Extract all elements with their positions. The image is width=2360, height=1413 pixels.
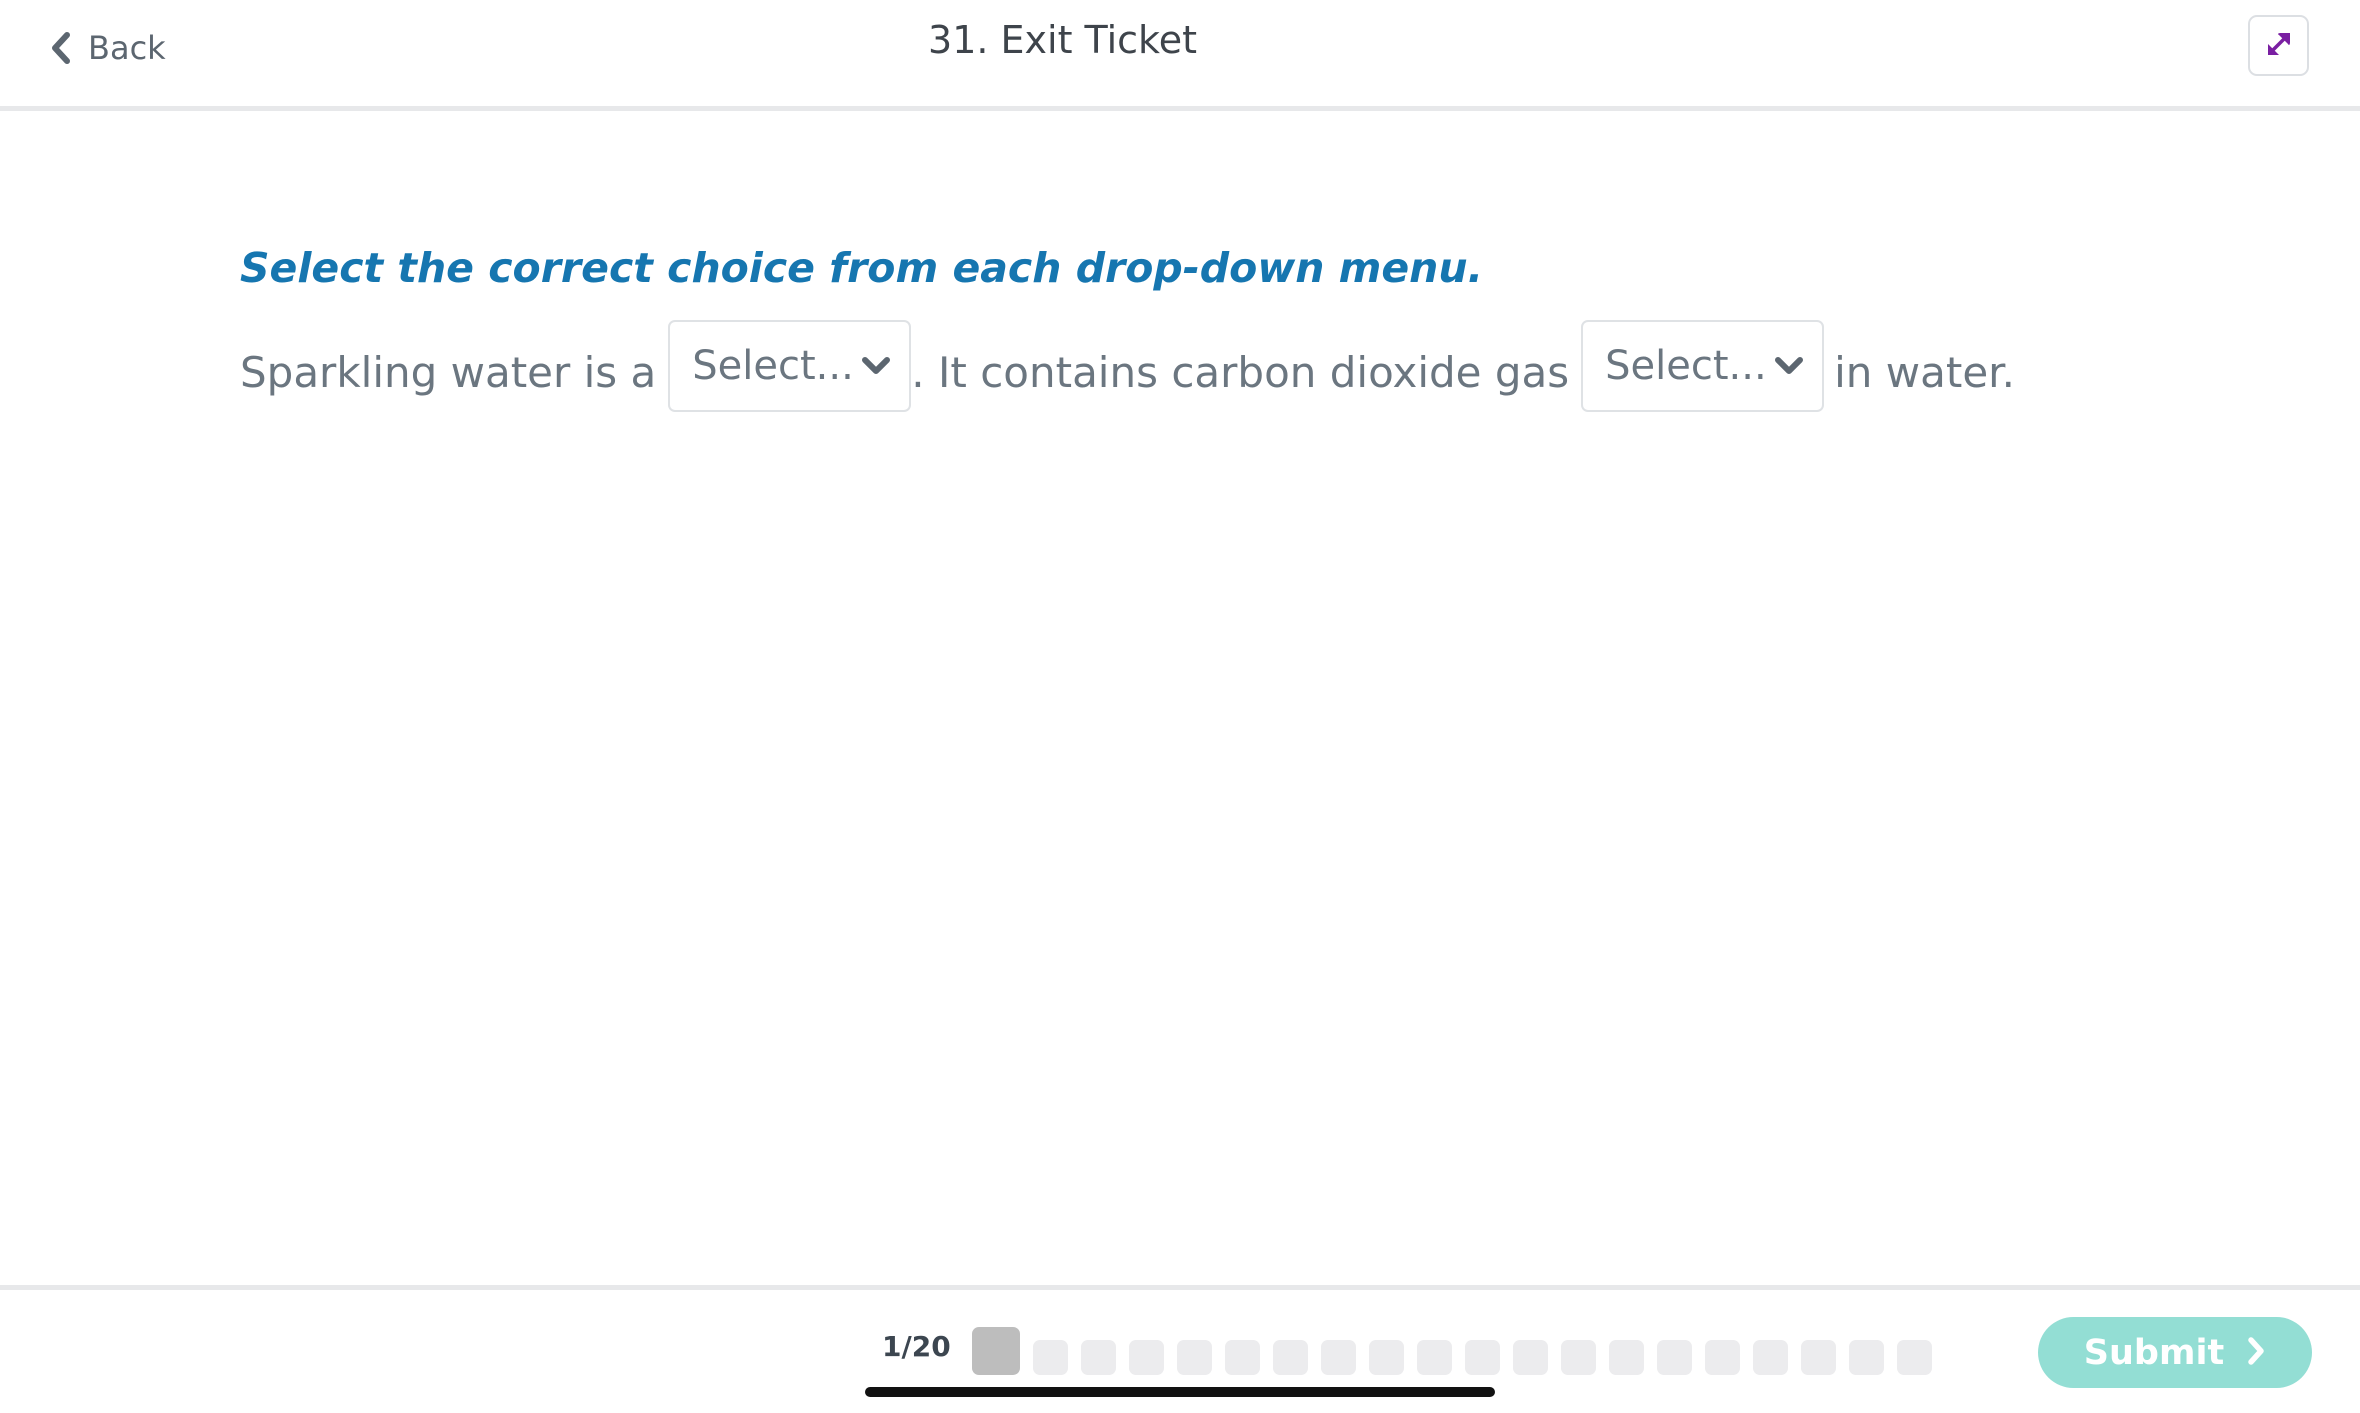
progress-segment-11[interactable] [1465, 1340, 1500, 1375]
progress-segment-20[interactable] [1897, 1340, 1932, 1375]
dropdown-2[interactable]: Select... [1581, 320, 1825, 412]
progress-segment-6[interactable] [1225, 1340, 1260, 1375]
submit-label: Submit [2083, 1332, 2225, 1373]
question-progress [972, 1327, 1945, 1375]
dropdown-1[interactable]: Select... [668, 320, 912, 412]
progress-segment-9[interactable] [1369, 1340, 1404, 1375]
progress-segment-5[interactable] [1177, 1340, 1212, 1375]
question-counter: 1/20 [882, 1330, 951, 1363]
chevron-down-icon [1774, 356, 1804, 376]
progress-segment-14[interactable] [1609, 1340, 1644, 1375]
dropdown-2-value: Select... [1605, 343, 1767, 389]
progress-segment-4[interactable] [1129, 1340, 1164, 1375]
sentence-part-3: in water. [1834, 347, 2015, 397]
page-title: 31. Exit Ticket [928, 18, 1197, 62]
home-indicator [865, 1387, 1495, 1397]
progress-segment-7[interactable] [1273, 1340, 1308, 1375]
sentence-part-1: Sparkling water is a [240, 347, 657, 397]
sentence-part-2: . It contains carbon dioxide gas [911, 347, 1570, 397]
top-bar: Back 31. Exit Ticket [0, 0, 2360, 111]
question-instruction: Select the correct choice from each drop… [240, 244, 1484, 292]
progress-segment-2[interactable] [1033, 1340, 1068, 1375]
expand-arrows-icon [2263, 28, 2295, 64]
progress-segment-17[interactable] [1753, 1340, 1788, 1375]
submit-button[interactable]: Submit [2038, 1317, 2312, 1388]
progress-segment-10[interactable] [1417, 1340, 1452, 1375]
progress-segment-12[interactable] [1513, 1340, 1548, 1375]
exit-ticket-page: Back 31. Exit Ticket Select the correct … [0, 0, 2360, 1413]
progress-segment-16[interactable] [1705, 1340, 1740, 1375]
chevron-right-icon [2246, 1336, 2266, 1370]
progress-segment-15[interactable] [1657, 1340, 1692, 1375]
progress-segment-3[interactable] [1081, 1340, 1116, 1375]
expand-button[interactable] [2248, 15, 2309, 76]
progress-segment-13[interactable] [1561, 1340, 1596, 1375]
chevron-down-icon [861, 356, 891, 376]
dropdown-1-value: Select... [692, 343, 854, 389]
progress-segment-1[interactable] [972, 1327, 1020, 1375]
question-sentence: Sparkling water is a Select... . It cont… [240, 320, 2015, 418]
progress-segment-8[interactable] [1321, 1340, 1356, 1375]
progress-segment-19[interactable] [1849, 1340, 1884, 1375]
progress-segment-18[interactable] [1801, 1340, 1836, 1375]
